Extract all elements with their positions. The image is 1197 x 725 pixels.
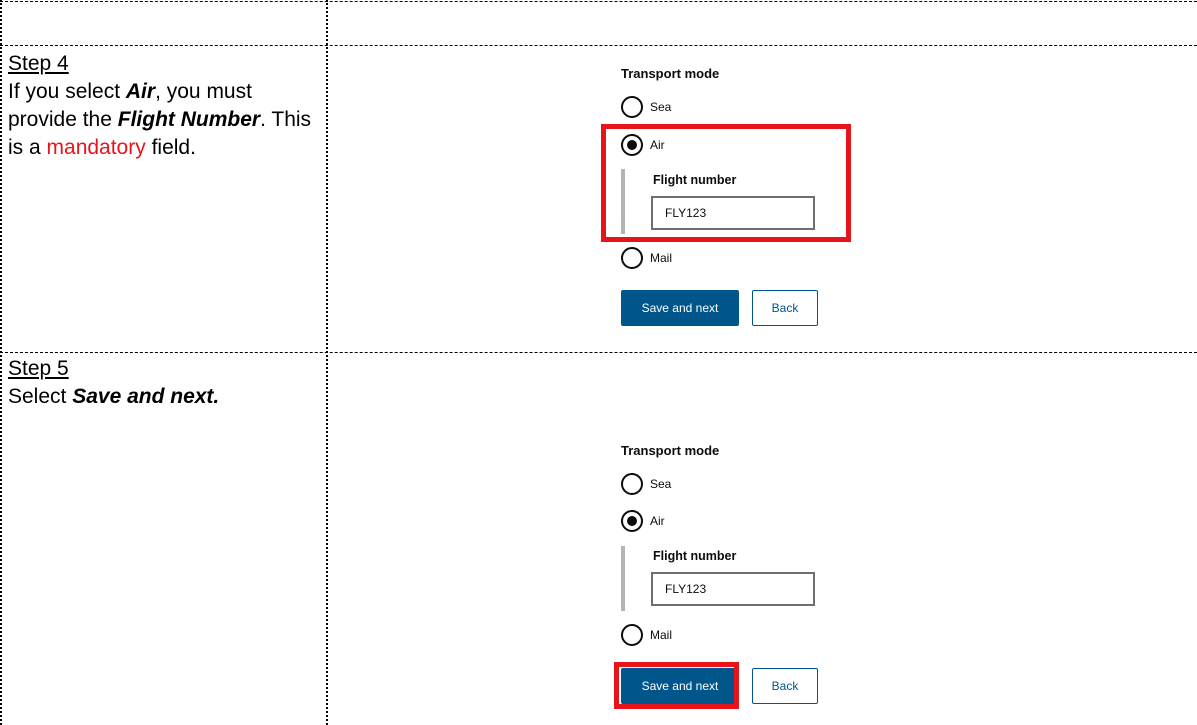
table-column-divider	[326, 0, 328, 725]
step-4-text-4: field.	[145, 136, 196, 159]
step-4-text-1: If you select	[8, 80, 126, 103]
step-4-description: If you select Air, you must provide the …	[8, 78, 326, 162]
radio-sea[interactable]: Sea	[621, 471, 671, 497]
step-5-description: Select Save and next.	[8, 383, 326, 411]
step-5-action-emphasis: Save and next.	[72, 385, 220, 408]
flight-number-input[interactable]: FLY123	[651, 572, 815, 606]
transport-mode-legend: Transport mode	[621, 66, 720, 81]
save-and-next-highlight-box	[614, 662, 739, 709]
radio-air-label: Air	[650, 514, 665, 528]
table-border-left	[0, 0, 2, 725]
radio-mail-label: Mail	[650, 628, 673, 642]
radio-mail[interactable]: Mail	[621, 622, 672, 648]
step-5-instructions: Step 5 Select Save and next.	[8, 355, 326, 411]
radio-sea-label: Sea	[650, 100, 672, 114]
transport-mode-legend: Transport mode	[621, 443, 720, 458]
step-5-title: Step 5	[8, 357, 69, 380]
table-row-divider-1	[0, 45, 1197, 46]
radio-air[interactable]: Air	[621, 508, 665, 534]
flight-number-label: Flight number	[653, 549, 737, 563]
back-button[interactable]: Back	[752, 290, 818, 326]
radio-sea-label: Sea	[650, 477, 672, 491]
step-4-instructions: Step 4 If you select Air, you must provi…	[8, 50, 326, 162]
radio-sea[interactable]: Sea	[621, 94, 671, 120]
conditional-reveal-bar	[621, 546, 625, 611]
step-5-text-1: Select	[8, 385, 73, 408]
radio-sea-circle[interactable]	[621, 96, 643, 118]
radio-air-circle[interactable]	[621, 510, 643, 532]
step-4-mandatory-text: mandatory	[46, 136, 146, 159]
step-4-flight-number-emphasis: Flight Number	[117, 108, 261, 131]
flight-number-highlight-box	[601, 124, 851, 242]
radio-sea-circle[interactable]	[621, 473, 643, 495]
step-4-air-emphasis: Air	[125, 80, 156, 103]
back-button[interactable]: Back	[752, 668, 818, 704]
radio-mail-circle[interactable]	[621, 247, 643, 269]
step-4-title: Step 4	[8, 52, 69, 75]
radio-mail-circle[interactable]	[621, 624, 643, 646]
table-border-top	[0, 1, 1197, 2]
radio-mail[interactable]: Mail	[621, 245, 672, 271]
table-row-divider-2	[0, 352, 1197, 353]
save-and-next-button[interactable]: Save and next	[621, 290, 739, 326]
radio-mail-label: Mail	[650, 251, 673, 265]
